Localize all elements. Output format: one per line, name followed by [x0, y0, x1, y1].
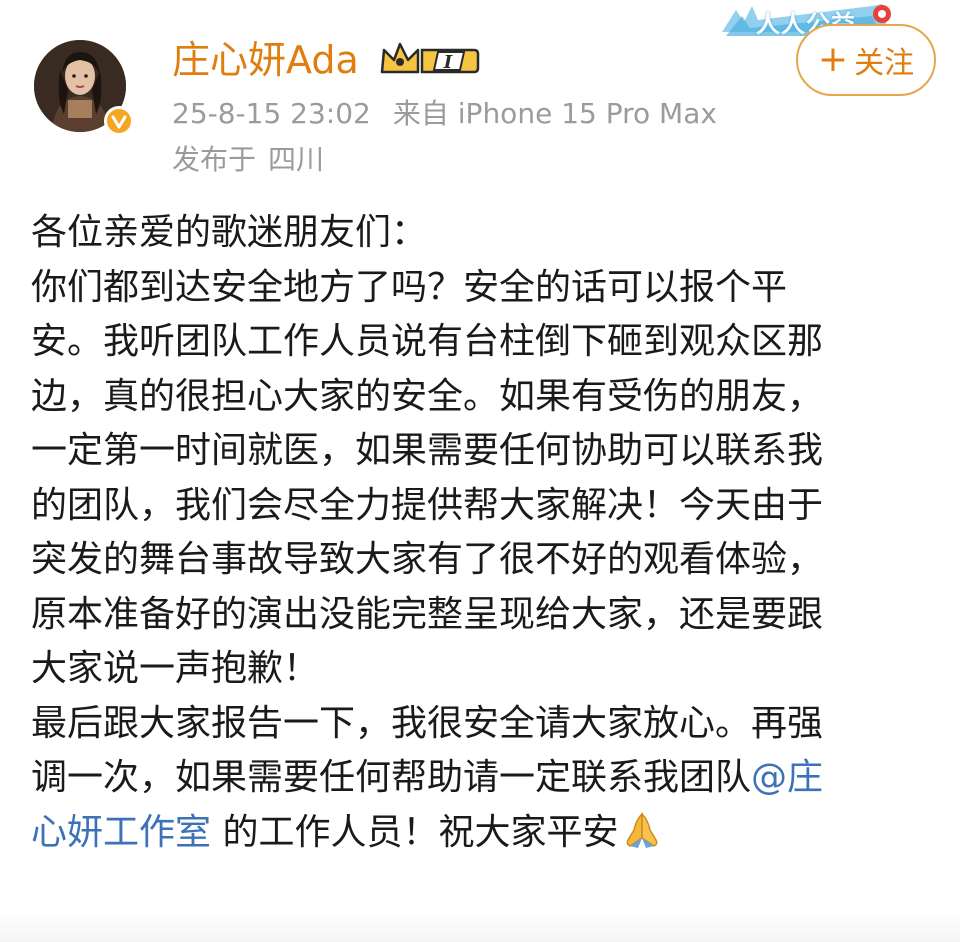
post-line: 你们都到达安全地方了吗？安全的话可以报个平: [31, 266, 788, 308]
post-line-text: 调一次，如果需要任何帮助请一定联系我团队: [31, 757, 752, 798]
post-line: 心妍工作室 的工作人员！祝大家平安: [31, 806, 931, 861]
crown-vip-icon: I: [380, 42, 480, 74]
praying-hands-icon: [622, 810, 662, 850]
post-date-time: 25-8-15 23:02: [172, 97, 371, 130]
post-line: 大家说一声抱歉！: [31, 648, 320, 689]
vip-badge[interactable]: I: [378, 40, 482, 80]
post-body: 各位亲爱的歌迷朋友们： 你们都到达安全地方了吗？安全的话可以报个平 安。我听团队…: [31, 206, 931, 860]
author-name[interactable]: 庄心妍Ada: [172, 36, 359, 84]
follow-button[interactable]: + 关注: [796, 24, 936, 96]
post-line: 原本准备好的演出没能完整呈现给大家，还是要跟: [31, 593, 824, 635]
follow-button-label: 关注: [854, 46, 915, 81]
post-line: 各位亲爱的歌迷朋友们：: [31, 212, 428, 253]
location-place: 四川: [268, 143, 325, 176]
vip-level-label: I: [443, 52, 453, 73]
weibo-post-card: 人人公益 庄心妍Ada I + 关注 25-8-15 23:02 来自 iPho…: [0, 0, 960, 942]
post-line: 安。我听团队工作人员说有台柱倒下砸到观众区那: [31, 321, 824, 362]
location-prefix: 发布于: [172, 143, 257, 176]
post-line-text: 的工作人员！祝大家平安: [211, 811, 619, 853]
post-line: 突发的舞台事故导致大家有了很不好的观看体验，: [31, 539, 824, 580]
post-line: 最后跟大家报告一下，我很安全请大家放心。再强: [31, 702, 824, 744]
post-location: 发布于 四川: [172, 142, 324, 178]
mention-link-continued[interactable]: 心妍工作室: [31, 812, 211, 853]
post-source[interactable]: 来自 iPhone 15 Pro Max: [393, 97, 717, 130]
plus-icon: +: [817, 39, 849, 80]
mention-link[interactable]: @庄: [751, 757, 823, 798]
verified-v-icon: [111, 115, 127, 129]
post-meta: 25-8-15 23:02 来自 iPhone 15 Pro Max: [172, 96, 717, 132]
post-line: 一定第一时间就医，如果需要任何协助可以联系我: [31, 430, 824, 471]
post-line: 的团队，我们会尽全力提供帮大家解决！今天由于: [31, 484, 824, 526]
post-line: 调一次，如果需要任何帮助请一定联系我团队@庄: [31, 751, 931, 806]
verified-badge: [104, 106, 134, 136]
post-line: 边，真的很担心大家的安全。如果有受伤的朋友，: [31, 375, 824, 417]
bottom-divider: [0, 912, 960, 942]
